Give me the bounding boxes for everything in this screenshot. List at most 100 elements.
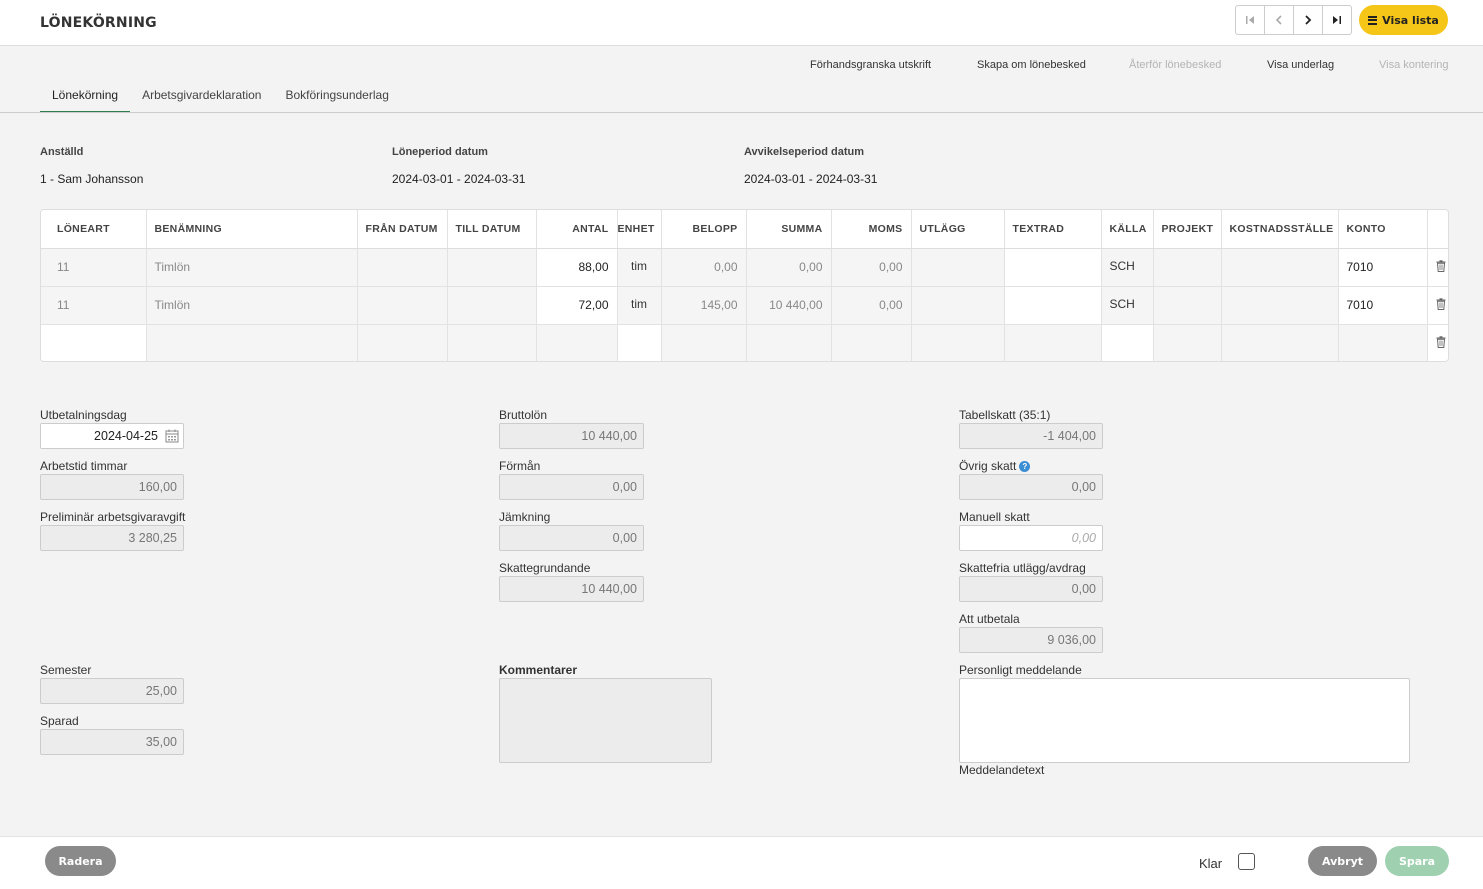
cell-kalla: SCH (1101, 248, 1154, 287)
tab-lonekorning[interactable]: Lönekörning (40, 88, 131, 113)
employee-value: 1 - Sam Johansson (40, 172, 144, 186)
cell-loneart[interactable]: 11 (41, 286, 147, 325)
other-tax-field: 0,00 (959, 474, 1103, 500)
next-record-button[interactable] (1293, 5, 1323, 35)
previous-record-button[interactable] (1264, 5, 1294, 35)
tab-bokforingsunderlag[interactable]: Bokföringsunderlag (273, 88, 400, 113)
col-header-antal[interactable]: ANTAL (536, 210, 618, 249)
cell-fran-datum-new[interactable] (357, 324, 448, 361)
col-header-actions (1427, 210, 1448, 249)
gross-salary-field: 10 440,00 (499, 423, 644, 449)
table-tax-field: -1 404,00 (959, 423, 1103, 449)
col-header-fran-datum[interactable]: FRÅN DATUM (357, 210, 448, 249)
col-header-utlagg[interactable]: UTLÄGG (911, 210, 1005, 249)
cell-utlagg[interactable] (911, 286, 1005, 325)
cell-benamning-new[interactable] (146, 324, 358, 361)
cell-textrad[interactable] (1004, 248, 1102, 287)
done-checkbox[interactable] (1238, 853, 1255, 870)
table-row-new (41, 324, 1448, 361)
cell-belopp[interactable]: 145,00 (661, 286, 747, 325)
personal-message-textarea[interactable] (959, 678, 1410, 763)
cell-till-datum[interactable] (447, 248, 537, 287)
help-icon[interactable]: ? (1019, 461, 1031, 472)
cell-projekt[interactable] (1153, 286, 1222, 325)
col-header-textrad[interactable]: TEXTRAD (1004, 210, 1102, 249)
saved-vacation-label: Sparad (40, 714, 79, 728)
cell-loneart[interactable]: 11 (41, 248, 147, 287)
preview-print-link[interactable]: Förhandsgranska utskrift (810, 59, 931, 73)
cell-projekt-new[interactable] (1153, 324, 1222, 361)
payout-date-field[interactable]: 2024-04-25 (40, 423, 184, 449)
recreate-payslip-link[interactable]: Skapa om lönebesked (977, 59, 1086, 73)
col-header-kostnadsstalle[interactable]: KOSTNADSSTÄLLE (1221, 210, 1339, 249)
cell-fran-datum[interactable] (357, 286, 448, 325)
cell-konto[interactable]: 7010 (1338, 286, 1428, 325)
save-button[interactable]: Spara (1385, 846, 1449, 876)
delete-button[interactable]: Radera (45, 846, 116, 876)
adjustment-label: Jämkning (499, 510, 551, 524)
col-header-belopp[interactable]: BELOPP (661, 210, 747, 249)
col-header-projekt[interactable]: PROJEKT (1153, 210, 1222, 249)
col-header-kalla[interactable]: KÄLLA (1101, 210, 1154, 249)
col-header-moms[interactable]: MOMS (831, 210, 912, 249)
done-label: Klar (1199, 856, 1223, 871)
tax-free-field: 0,00 (959, 576, 1103, 602)
delete-row-button[interactable] (1427, 324, 1448, 361)
cell-till-datum[interactable] (447, 286, 537, 325)
last-record-button[interactable] (1322, 5, 1352, 35)
taxable-label: Skattegrundande (499, 561, 591, 575)
show-basis-link[interactable]: Visa underlag (1267, 59, 1334, 73)
cell-antal-new[interactable] (536, 324, 618, 361)
cell-moms[interactable]: 0,00 (831, 248, 912, 287)
cell-benamning[interactable]: Timlön (146, 286, 358, 325)
cell-antal[interactable]: 88,00 (536, 248, 618, 287)
cell-kostnadsstalle[interactable] (1221, 286, 1339, 325)
cell-loneart-new[interactable] (41, 324, 147, 361)
cell-konto-new[interactable] (1338, 324, 1428, 361)
cell-moms[interactable]: 0,00 (831, 286, 912, 325)
payout-date-label: Utbetalningsdag (40, 408, 127, 422)
first-record-button[interactable] (1235, 5, 1265, 35)
cell-textrad[interactable] (1004, 286, 1102, 325)
cell-antal[interactable]: 72,00 (536, 286, 618, 325)
cell-fran-datum[interactable] (357, 248, 448, 287)
cell-textrad-new[interactable] (1004, 324, 1102, 361)
cell-summa: 10 440,00 (746, 286, 832, 325)
adjustment-field: 0,00 (499, 525, 644, 551)
manual-tax-input[interactable]: 0,00 (959, 525, 1103, 551)
cell-benamning[interactable]: Timlön (146, 248, 358, 287)
cell-kalla: SCH (1101, 286, 1154, 325)
cell-till-datum-new[interactable] (447, 324, 537, 361)
comments-textarea (499, 678, 712, 763)
cell-kostnadsstalle[interactable] (1221, 248, 1339, 287)
cell-moms-new[interactable] (831, 324, 912, 361)
other-tax-label: Övrig skatt (959, 459, 1017, 473)
cell-utlagg[interactable] (911, 248, 1005, 287)
calendar-icon[interactable] (165, 429, 179, 443)
grid-header-row: LÖNEART BENÄMNING FRÅN DATUM TILL DATUM … (41, 210, 1448, 249)
col-header-benamning[interactable]: BENÄMNING (146, 210, 358, 249)
tab-arbetsgivardeklaration[interactable]: Arbetsgivardeklaration (130, 88, 273, 113)
comments-label: Kommentarer (499, 663, 578, 677)
col-header-till-datum[interactable]: TILL DATUM (447, 210, 537, 249)
col-header-summa[interactable]: SUMMA (746, 210, 832, 249)
period-label: Löneperiod datum (392, 146, 488, 158)
cell-projekt[interactable] (1153, 248, 1222, 287)
cell-belopp[interactable]: 0,00 (661, 248, 747, 287)
cell-enhet: tim (617, 286, 662, 325)
col-header-loneart[interactable]: LÖNEART (41, 210, 147, 249)
delete-row-button[interactable] (1427, 286, 1448, 325)
col-header-enhet[interactable]: ENHET (617, 210, 662, 249)
table-tax-label: Tabellskatt (35:1) (959, 408, 1051, 422)
cell-utlagg-new[interactable] (911, 324, 1005, 361)
table-row: 11 Timlön 88,00 tim 0,00 0,00 0,00 SCH 7… (41, 248, 1448, 287)
col-header-konto[interactable]: KONTO (1338, 210, 1428, 249)
show-list-button[interactable]: Visa lista (1359, 5, 1448, 35)
cancel-button[interactable]: Avbryt (1308, 846, 1377, 876)
cell-kostnadsstalle-new[interactable] (1221, 324, 1339, 361)
cell-konto[interactable]: 7010 (1338, 248, 1428, 287)
top-bar: LÖNEKÖRNING Visa lista (0, 0, 1483, 46)
cell-belopp-new[interactable] (661, 324, 747, 361)
delete-row-button[interactable] (1427, 248, 1448, 287)
trash-icon (1436, 297, 1445, 310)
